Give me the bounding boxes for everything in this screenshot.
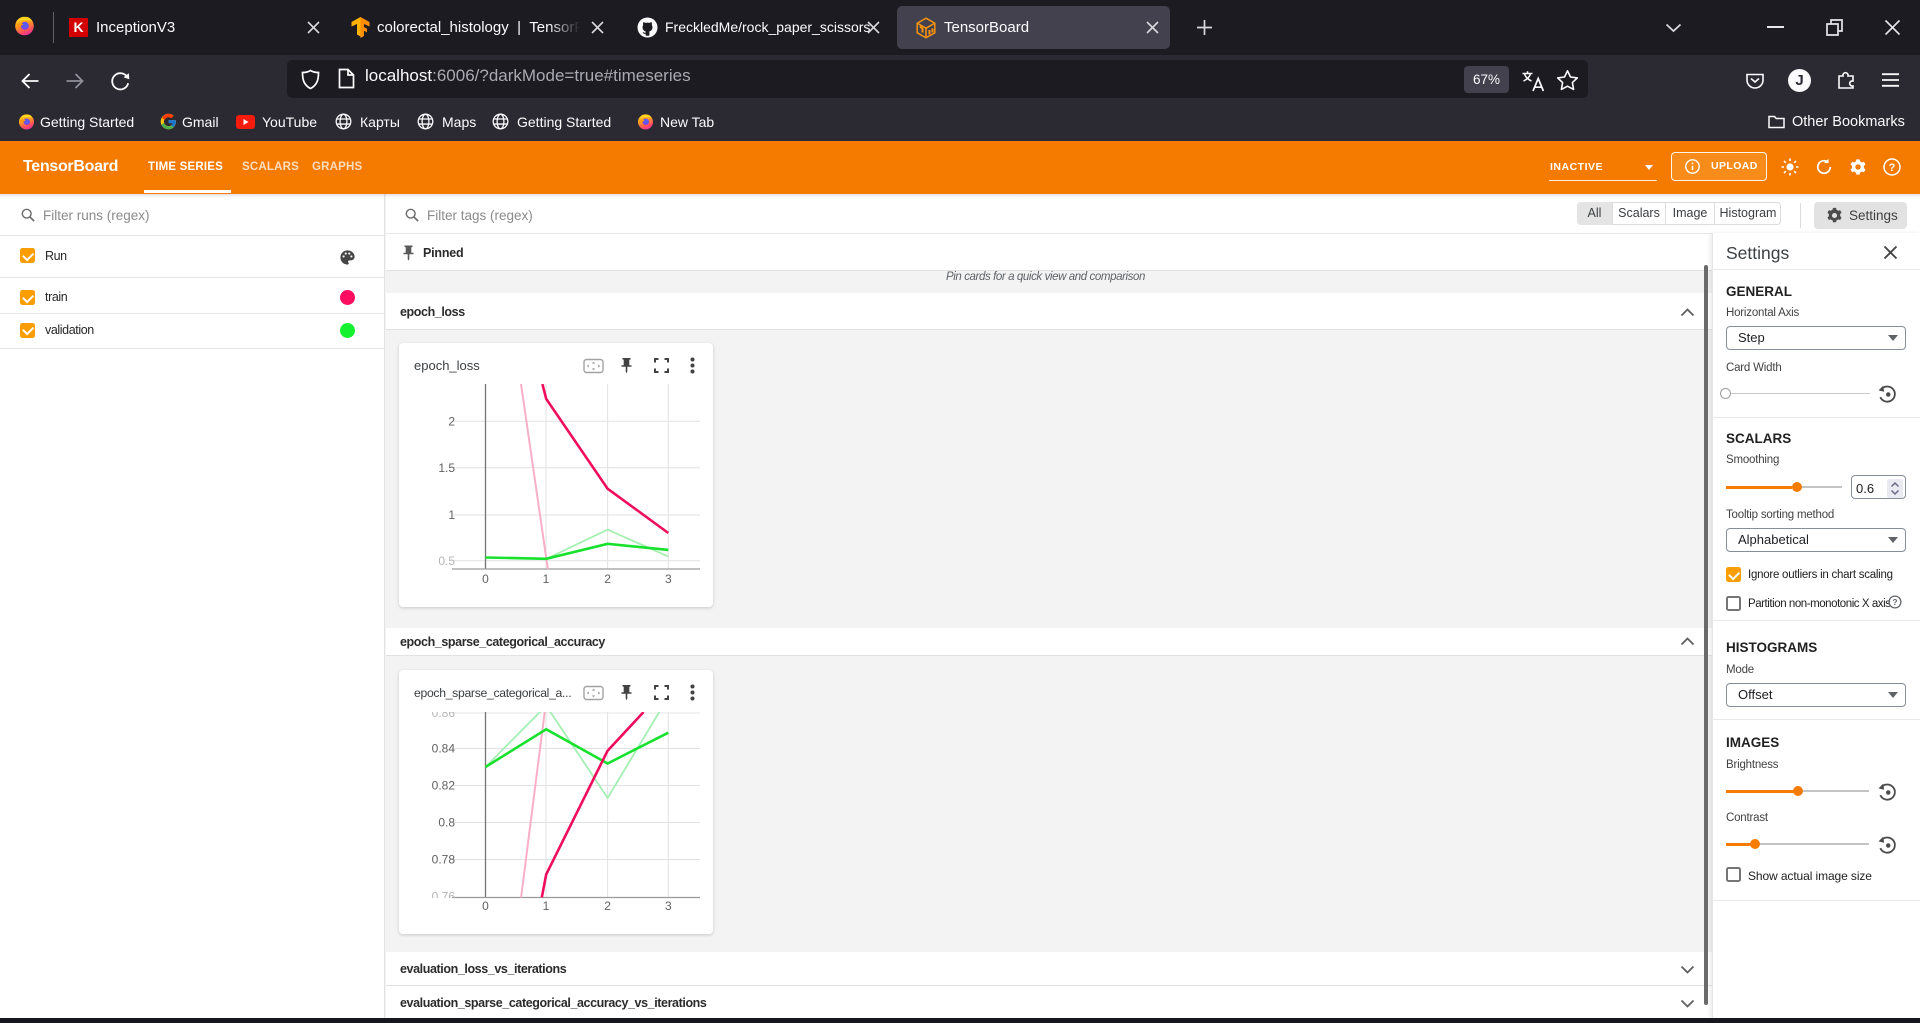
svg-text:3: 3 <box>665 899 672 913</box>
svg-text:1: 1 <box>543 899 550 913</box>
svg-text:2: 2 <box>604 572 611 586</box>
svg-text:0: 0 <box>482 572 489 586</box>
svg-text:2: 2 <box>604 899 611 913</box>
svg-text:0.84: 0.84 <box>432 742 456 756</box>
svg-text:?: ? <box>1893 598 1898 607</box>
svg-text:0: 0 <box>482 899 489 913</box>
svg-text:1: 1 <box>448 508 455 522</box>
svg-text:0.86: 0.86 <box>432 706 456 720</box>
svg-text:0.5: 0.5 <box>438 554 455 568</box>
svg-text:0.78: 0.78 <box>432 853 456 867</box>
svg-text:?: ? <box>1889 162 1896 174</box>
svg-text:1: 1 <box>543 572 550 586</box>
svg-text:2: 2 <box>448 415 455 429</box>
svg-text:3: 3 <box>665 572 672 586</box>
svg-text:0.8: 0.8 <box>438 816 455 830</box>
svg-text:1.5: 1.5 <box>438 461 455 475</box>
svg-text:0.82: 0.82 <box>432 779 456 793</box>
svg-text:0.76: 0.76 <box>432 890 456 904</box>
